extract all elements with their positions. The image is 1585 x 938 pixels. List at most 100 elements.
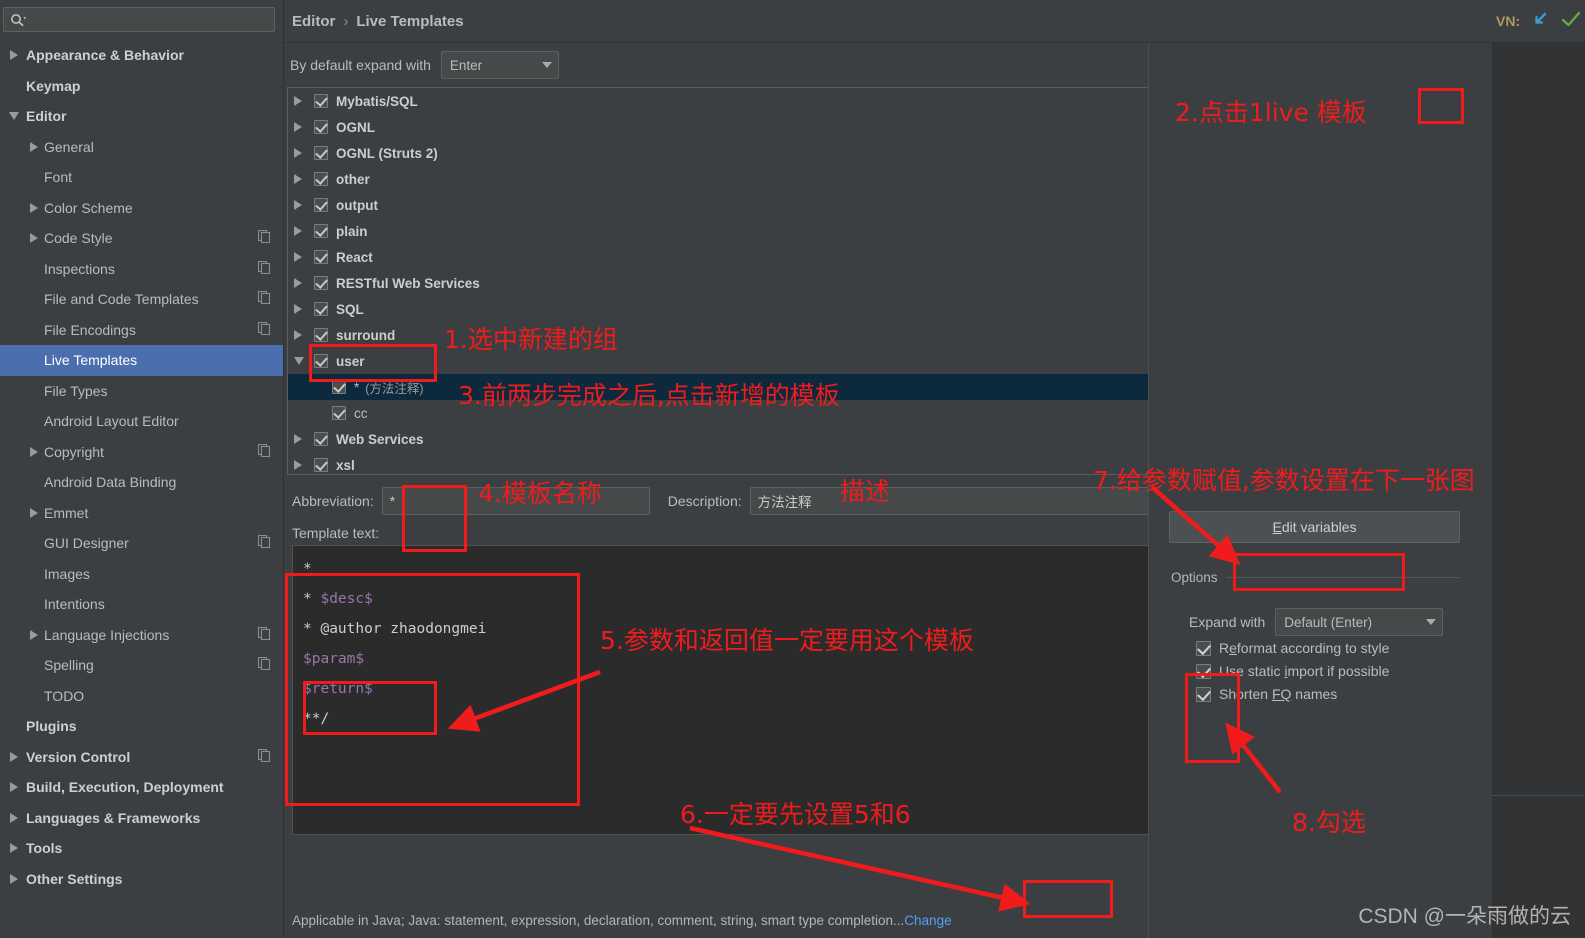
sidebar-item-languages-frameworks[interactable]: Languages & Frameworks <box>0 803 283 834</box>
sidebar-item-font[interactable]: Font <box>0 162 283 193</box>
sidebar-item-emmet[interactable]: Emmet <box>0 498 283 529</box>
sidebar-item-keymap[interactable]: Keymap <box>0 71 283 102</box>
chevron-right-icon[interactable] <box>294 460 314 470</box>
sidebar-item-inspections[interactable]: Inspections <box>0 254 283 285</box>
sidebar-item-general[interactable]: General <box>0 132 283 163</box>
chevron-right-icon[interactable] <box>24 446 44 457</box>
sidebar-item-other-settings[interactable]: Other Settings <box>0 864 283 895</box>
sidebar-item-code-style[interactable]: Code Style <box>0 223 283 254</box>
chevron-right-icon[interactable] <box>294 434 314 444</box>
option-checkbox-row[interactable]: Shorten FQ names <box>1196 686 1389 702</box>
template-checkbox[interactable] <box>314 94 328 108</box>
expand-with-select[interactable]: Default (Enter) <box>1275 608 1444 636</box>
chevron-right-icon[interactable] <box>294 148 314 158</box>
chevron-right-icon[interactable] <box>294 226 314 236</box>
chevron-right-icon[interactable] <box>4 843 24 854</box>
template-checkbox[interactable] <box>314 250 328 264</box>
sidebar-item-android-data-binding[interactable]: Android Data Binding <box>0 467 283 498</box>
chevron-right-icon[interactable] <box>294 200 314 210</box>
sidebar-item-gui-designer[interactable]: GUI Designer <box>0 528 283 559</box>
sidebar-item-file-types[interactable]: File Types <box>0 376 283 407</box>
chevron-right-icon[interactable] <box>294 252 314 262</box>
sidebar-item-label: Other Settings <box>26 870 123 887</box>
chevron-right-icon[interactable] <box>24 141 44 152</box>
chevron-right-icon[interactable] <box>24 233 44 244</box>
sidebar-item-android-layout-editor[interactable]: Android Layout Editor <box>0 406 283 437</box>
sidebar-item-images[interactable]: Images <box>0 559 283 590</box>
option-checkbox-row[interactable]: Use static import if possible <box>1196 663 1389 679</box>
chevron-right-icon[interactable] <box>294 174 314 184</box>
update-arrow-icon[interactable] <box>1530 9 1550 34</box>
chevron-right-icon[interactable] <box>294 304 314 314</box>
chevron-down-icon[interactable] <box>294 357 314 365</box>
sidebar-item-label: File and Code Templates <box>44 291 199 308</box>
sidebar-item-plugins[interactable]: Plugins <box>0 711 283 742</box>
template-checkbox[interactable] <box>314 146 328 160</box>
chevron-right-icon[interactable] <box>294 96 314 106</box>
chevron-right-icon[interactable] <box>24 202 44 213</box>
change-context-link[interactable]: Change <box>904 913 951 928</box>
chevron-down-icon[interactable] <box>4 112 24 121</box>
sidebar-item-editor[interactable]: Editor <box>0 101 283 132</box>
option-checkbox[interactable] <box>1196 686 1211 702</box>
template-checkbox[interactable] <box>314 458 328 472</box>
checkmark-icon[interactable] <box>1560 9 1582 34</box>
template-checkbox[interactable] <box>332 380 346 394</box>
template-checkbox[interactable] <box>314 120 328 134</box>
template-checkbox[interactable] <box>332 406 346 420</box>
sidebar-item-tools[interactable]: Tools <box>0 833 283 864</box>
chevron-right-icon[interactable] <box>4 782 24 793</box>
chevron-right-icon[interactable] <box>4 50 24 61</box>
default-expand-select[interactable]: Enter <box>440 51 559 79</box>
template-checkbox[interactable] <box>314 198 328 212</box>
chevron-right-icon[interactable] <box>294 122 314 132</box>
abbreviation-input[interactable]: * <box>381 487 650 515</box>
sidebar-item-label: Plugins <box>26 718 77 735</box>
sidebar-item-todo[interactable]: TODO <box>0 681 283 712</box>
settings-tree[interactable]: Appearance & Behavior Keymap Editor General… <box>0 40 283 894</box>
sidebar-item-spelling[interactable]: Spelling <box>0 650 283 681</box>
option-checkbox[interactable] <box>1196 640 1211 656</box>
chevron-right-icon[interactable] <box>24 629 44 640</box>
default-expand-label: By default expand with <box>290 57 431 73</box>
edit-variables-button[interactable]: Edit variables <box>1169 511 1460 543</box>
chevron-right-icon[interactable] <box>4 873 24 884</box>
template-checkbox[interactable] <box>314 328 328 342</box>
search-input[interactable] <box>3 7 275 32</box>
template-row-label: cc <box>354 405 368 421</box>
sidebar-item-build-execution-deployment[interactable]: Build, Execution, Deployment <box>0 772 283 803</box>
sidebar-item-copyright[interactable]: Copyright <box>0 437 283 468</box>
template-checkbox[interactable] <box>314 432 328 446</box>
sidebar-item-version-control[interactable]: Version Control <box>0 742 283 773</box>
sidebar-item-label: Build, Execution, Deployment <box>26 779 224 796</box>
sidebar-item-language-injections[interactable]: Language Injections <box>0 620 283 651</box>
chevron-right-icon[interactable] <box>24 507 44 518</box>
chevron-right-icon[interactable] <box>294 278 314 288</box>
template-checkbox[interactable] <box>314 172 328 186</box>
sidebar-item-appearance-behavior[interactable]: Appearance & Behavior <box>0 40 283 71</box>
option-checkbox[interactable] <box>1196 663 1211 679</box>
sidebar-item-label: Intentions <box>44 596 105 613</box>
option-checkbox-row[interactable]: Reformat according to style <box>1196 640 1389 656</box>
chevron-right-icon[interactable] <box>4 812 24 823</box>
template-checkbox[interactable] <box>314 354 328 368</box>
sidebar-item-label: Keymap <box>26 77 81 94</box>
expand-with-value: Default (Enter) <box>1284 614 1373 630</box>
applicable-context-row: Applicable in Java; Java: statement, exp… <box>292 913 1132 928</box>
option-label-pre: Use static <box>1219 663 1285 679</box>
sidebar-item-file-encodings[interactable]: File Encodings <box>0 315 283 346</box>
sidebar-item-intentions[interactable]: Intentions <box>0 589 283 620</box>
sidebar-item-label: Live Templates <box>44 352 138 369</box>
template-checkbox[interactable] <box>314 276 328 290</box>
sidebar-item-file-and-code-templates[interactable]: File and Code Templates <box>0 284 283 315</box>
template-checkbox[interactable] <box>314 302 328 316</box>
breadcrumb-parent[interactable]: Editor <box>292 13 335 30</box>
sidebar-item-live-templates[interactable]: Live Templates <box>0 345 283 376</box>
sidebar-item-label: Font <box>44 169 73 186</box>
sidebar-item-color-scheme[interactable]: Color Scheme <box>0 193 283 224</box>
sidebar-item-label: Spelling <box>44 657 94 674</box>
template-checkbox[interactable] <box>314 224 328 238</box>
chevron-right-icon[interactable] <box>4 751 24 762</box>
chevron-right-icon[interactable] <box>294 330 314 340</box>
breadcrumb: Editor › Live Templates <box>284 0 1492 43</box>
